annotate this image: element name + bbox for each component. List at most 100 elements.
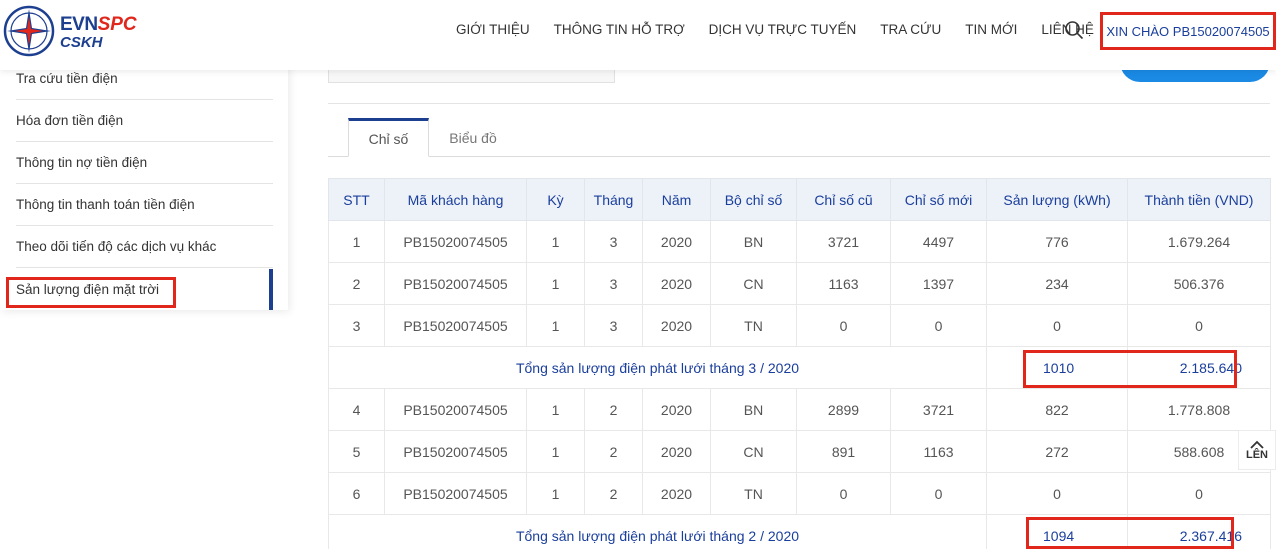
table-row: 2 PB15020074505 1 3 2020 CN 1163 1397 23… [328,262,1271,305]
table-row: 4 PB15020074505 1 2 2020 BN 2899 3721 82… [328,388,1271,431]
cell: PB15020074505 [384,262,527,305]
cell: 5 [328,430,385,473]
evn-logo-icon [3,5,55,57]
table-row: 1 PB15020074505 1 3 2020 BN 3721 4497 77… [328,220,1271,263]
sidebar-item-hoa-don-tien-dien[interactable]: Hóa đơn tiền điện [16,100,273,142]
nav-thong-tin-ho-tro[interactable]: THÔNG TIN HỖ TRỢ [554,22,685,37]
cell: 1.679.264 [1127,220,1271,263]
cell: 272 [986,430,1128,473]
cell: 6 [328,472,385,515]
search-icon[interactable] [1064,20,1084,40]
cell: 0 [1127,304,1271,347]
col-nam: Năm [642,178,711,221]
sidebar-item-thong-tin-no[interactable]: Thông tin nợ tiền điện [16,142,273,184]
cell: 1.778.808 [1127,388,1271,431]
cell: 1163 [890,430,987,473]
cell: CN [710,262,797,305]
cell: 3 [328,304,385,347]
cell: PB15020074505 [384,220,527,263]
user-greeting[interactable]: XIN CHÀO PB15020074505 [1100,12,1276,50]
cell: 234 [986,262,1128,305]
cell: CN [710,430,797,473]
sidebar-item-thong-tin-thanh-toan[interactable]: Thông tin thanh toán tiền điện [16,184,273,226]
col-chi-so-moi: Chỉ số mới [890,178,987,221]
cell: 3 [584,304,643,347]
tab-chi-so[interactable]: Chỉ số [348,118,429,157]
cell: 1 [526,388,585,431]
cell: 3721 [796,220,891,263]
table-total-row: Tổng sản lượng điện phát lưới tháng 3 / … [328,346,1271,389]
cell: PB15020074505 [384,304,527,347]
sidebar-item-label: Tra cứu tiền điện [16,71,118,86]
cell: 0 [890,304,987,347]
sidebar-item-label: Thông tin thanh toán tiền điện [16,197,195,212]
solar-output-table-wrap: STT Mã khách hàng Kỳ Tháng Năm Bộ chỉ số… [328,178,1271,549]
cell: 1 [526,262,585,305]
total-label: Tổng sản lượng điện phát lưới tháng 2 / … [328,514,987,549]
cell: 0 [890,472,987,515]
cell: 2 [584,472,643,515]
cell: 4497 [890,220,987,263]
logo-evn: EVN [60,14,98,35]
cell: PB15020074505 [384,430,527,473]
back-to-top-button[interactable]: LÊN [1238,430,1276,470]
cell: 0 [1127,472,1271,515]
total-vnd: 2.185.640 [1127,346,1271,389]
cell: 1397 [890,262,987,305]
cell: 2020 [642,430,711,473]
nav-tin-moi[interactable]: TIN MỚI [965,22,1017,37]
cell: 0 [796,304,891,347]
cell: 822 [986,388,1128,431]
cell: 4 [328,388,385,431]
solar-output-table: STT Mã khách hàng Kỳ Tháng Năm Bộ chỉ số… [328,178,1271,549]
evnspc-logo[interactable]: EVNSPC CSKH [2,4,152,60]
nav-gioi-thieu[interactable]: GIỚI THIỆU [456,22,530,37]
cell: 2020 [642,472,711,515]
col-thang: Tháng [584,178,643,221]
cell: 2020 [642,304,711,347]
cell: 2 [584,388,643,431]
sidebar-item-label: Thông tin nợ tiền điện [16,155,148,170]
sidebar-menu: Tra cứu tiền điện Hóa đơn tiền điện Thôn… [0,58,288,310]
nav-dich-vu-truc-tuyen[interactable]: DỊCH VỤ TRỰC TUYẾN [709,22,857,37]
back-to-top-label: LÊN [1246,448,1268,461]
cell: 3721 [890,388,987,431]
cell: 2899 [796,388,891,431]
cell: 0 [986,304,1128,347]
site-header: EVNSPC CSKH GIỚI THIỆU THÔNG TIN HỖ TRỢ … [0,0,1276,70]
cell: 2020 [642,262,711,305]
logo-wordmark: EVNSPC CSKH [60,14,137,52]
cell: 0 [986,472,1128,515]
cell: 1163 [796,262,891,305]
cell: 3 [584,262,643,305]
total-label: Tổng sản lượng điện phát lưới tháng 3 / … [328,346,987,389]
chevron-up-icon [1250,440,1264,449]
logo-cskh: CSKH [60,34,103,51]
sidebar-item-theo-doi-tien-do[interactable]: Theo dõi tiến độ các dịch vụ khác [16,226,273,268]
cell: 1 [526,430,585,473]
main-nav: GIỚI THIỆU THÔNG TIN HỖ TRỢ DỊCH VỤ TRỰC… [456,22,1118,37]
col-bo-chi-so: Bộ chỉ số [710,178,797,221]
highlight-box-sidebar [6,277,176,308]
cell: 2 [584,430,643,473]
col-thanh-tien: Thành tiền (VND) [1127,178,1271,221]
cell: BN [710,388,797,431]
total-kwh: 1094 [986,514,1128,549]
cell: 506.376 [1127,262,1271,305]
tab-bieu-do[interactable]: Biểu đồ [430,118,516,157]
cell: 2020 [642,388,711,431]
cell: 3 [584,220,643,263]
cell: 1 [526,304,585,347]
nav-tra-cuu[interactable]: TRA CỨU [880,22,941,37]
total-kwh: 1010 [986,346,1128,389]
cell: 1 [526,220,585,263]
table-row: 6 PB15020074505 1 2 2020 TN 0 0 0 0 [328,472,1271,515]
table-row: 3 PB15020074505 1 3 2020 TN 0 0 0 0 [328,304,1271,347]
cell: PB15020074505 [384,388,527,431]
cell: 0 [796,472,891,515]
col-stt: STT [328,178,385,221]
cell: 776 [986,220,1128,263]
table-row: 5 PB15020074505 1 2 2020 CN 891 1163 272… [328,430,1271,473]
cell: BN [710,220,797,263]
col-chi-so-cu: Chỉ số cũ [796,178,891,221]
